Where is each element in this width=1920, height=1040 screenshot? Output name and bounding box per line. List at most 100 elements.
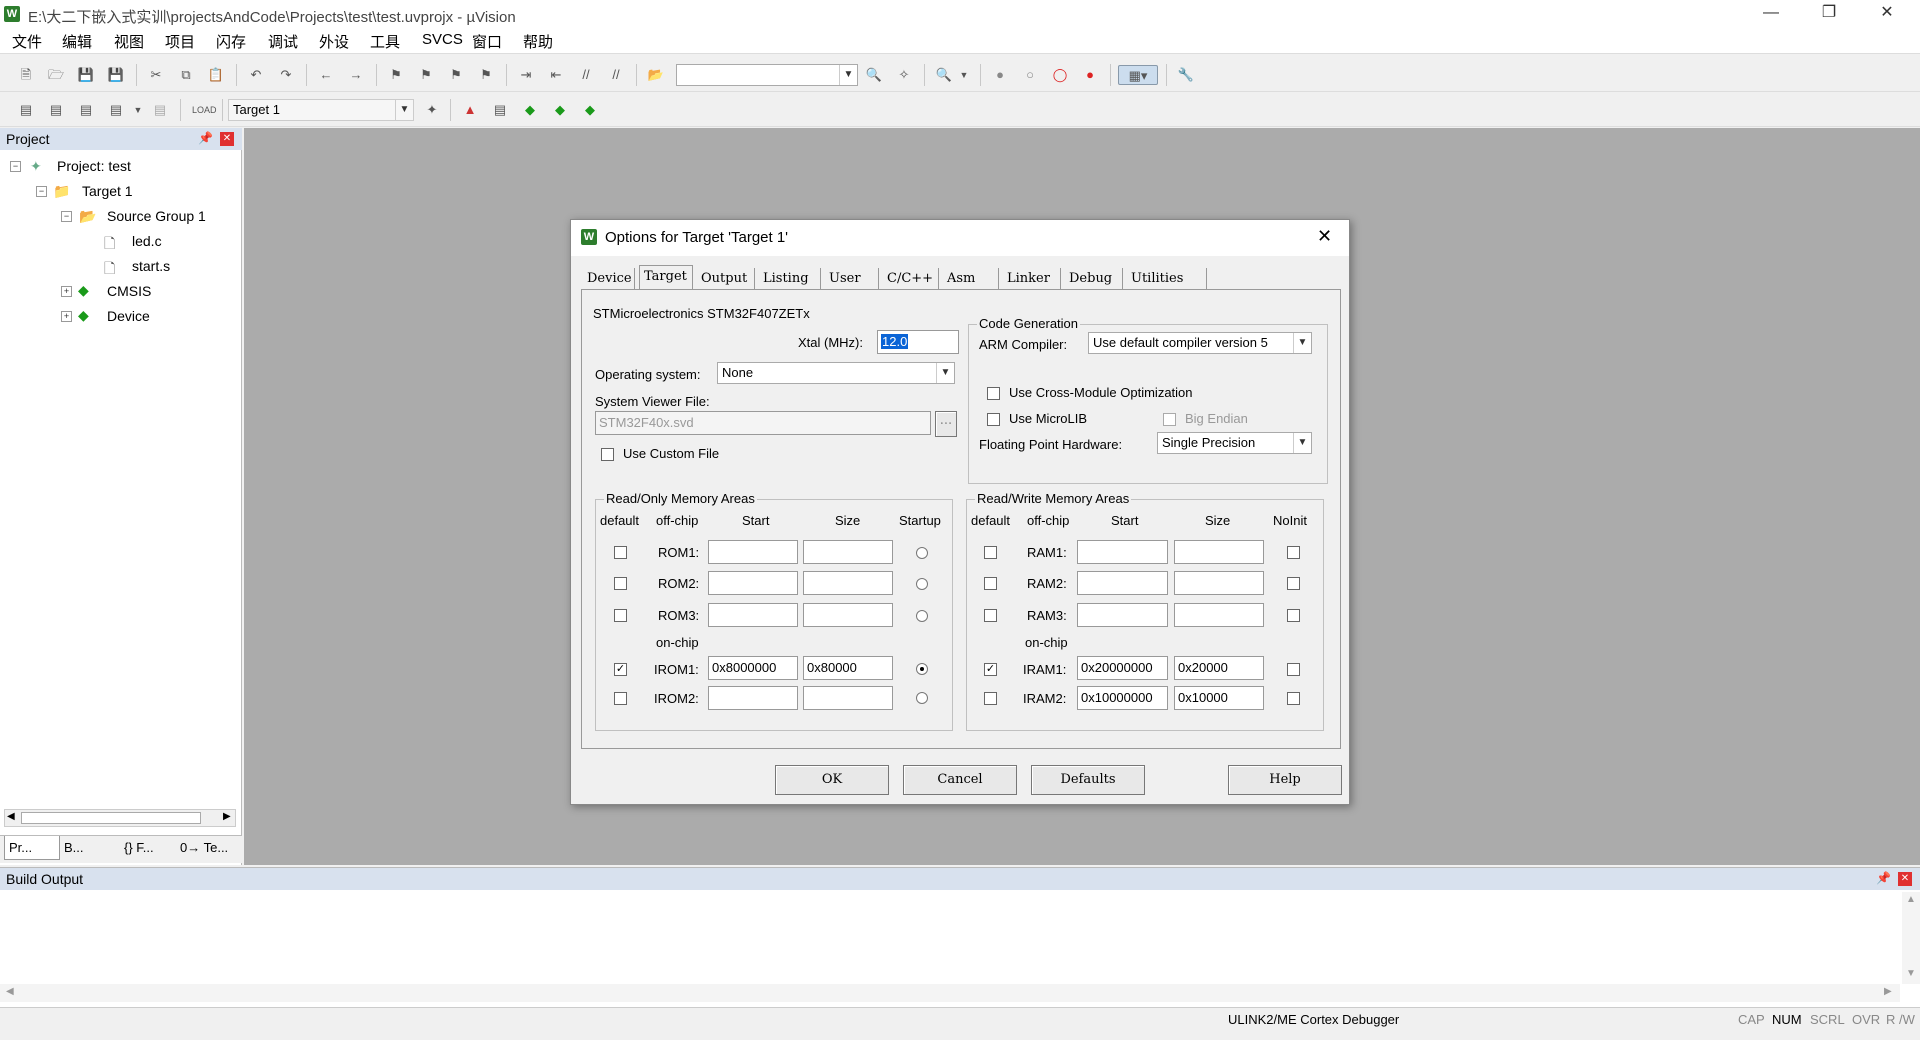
menu-edit[interactable]: 编辑 (58, 31, 96, 52)
scrollbar-thumb[interactable] (21, 812, 201, 824)
ram1-default-checkbox[interactable] (984, 546, 997, 559)
tab-utilities[interactable]: Utilities (1127, 268, 1207, 290)
new-file-icon[interactable]: 🗎 (16, 65, 36, 85)
copy-icon[interactable]: ⧉ (176, 65, 196, 85)
ram3-noinit-checkbox[interactable] (1287, 609, 1300, 622)
iram2-start-input[interactable]: 0x10000000 (1077, 686, 1168, 710)
file-extensions-icon[interactable]: ▲ (460, 100, 480, 120)
expand-icon[interactable]: + (61, 311, 72, 322)
close-icon[interactable]: ✕ (1317, 226, 1332, 247)
tab-debug[interactable]: Debug (1065, 268, 1123, 290)
manage-items-icon[interactable]: ▤ (490, 100, 510, 120)
target-options-icon[interactable]: ✦ (422, 100, 442, 120)
collapse-icon[interactable]: − (10, 161, 21, 172)
scroll-right-icon[interactable]: ▶ (1884, 986, 1892, 997)
tab-c-cpp[interactable]: C/C++ (883, 268, 939, 290)
tab-target[interactable]: Target (639, 265, 693, 290)
find-combo[interactable]: ▼ (676, 64, 858, 86)
ram1-size-input[interactable] (1174, 540, 1264, 564)
unindent-icon[interactable]: ⇤ (546, 65, 566, 85)
collapse-icon[interactable]: − (61, 211, 72, 222)
redo-icon[interactable]: ↷ (276, 65, 296, 85)
tab-asm[interactable]: Asm (943, 268, 999, 290)
uncomment-icon[interactable]: // (606, 65, 626, 85)
manage-run-time-icon[interactable]: ◆ (580, 100, 600, 120)
pin-icon[interactable]: 📌 (198, 131, 213, 145)
menu-help[interactable]: 帮助 (519, 31, 557, 52)
horizontal-scrollbar[interactable]: ◀ ▶ (4, 809, 236, 827)
tab-books[interactable]: B... (64, 840, 84, 855)
batch-build-icon[interactable]: ▤ (106, 100, 126, 120)
chevron-down-icon[interactable]: ▼ (395, 100, 413, 120)
iram2-default-checkbox[interactable] (984, 692, 997, 705)
iram1-size-input[interactable]: 0x20000 (1174, 656, 1264, 680)
disable-breakpoint-icon[interactable]: ○ (1020, 65, 1040, 85)
ram2-noinit-checkbox[interactable] (1287, 577, 1300, 590)
tab-device[interactable]: Device (583, 268, 635, 290)
irom1-startup-radio[interactable] (916, 663, 928, 675)
debug-session-icon[interactable]: 🔍 (934, 65, 954, 85)
irom1-start-input[interactable]: 0x8000000 (708, 656, 798, 680)
target-select[interactable]: Target 1 ▼ (228, 99, 414, 121)
svd-input[interactable]: STM32F40x.svd (595, 411, 931, 435)
scroll-down-icon[interactable]: ▼ (1906, 968, 1916, 979)
scroll-left-icon[interactable]: ◀ (7, 811, 15, 822)
tab-linker[interactable]: Linker (1003, 268, 1061, 290)
chevron-down-icon[interactable]: ▼ (128, 100, 148, 120)
defaults-button[interactable]: Defaults (1031, 765, 1145, 795)
build-icon[interactable]: ▤ (46, 100, 66, 120)
menu-peripherals[interactable]: 外设 (315, 31, 353, 52)
close-icon[interactable]: ✕ (220, 132, 234, 146)
ram2-start-input[interactable] (1077, 571, 1168, 595)
menu-tools[interactable]: 工具 (366, 31, 404, 52)
clear-bookmarks-icon[interactable]: ⚑ (476, 65, 496, 85)
scroll-up-icon[interactable]: ▲ (1906, 894, 1916, 905)
irom2-size-input[interactable] (803, 686, 893, 710)
ram1-noinit-checkbox[interactable] (1287, 546, 1300, 559)
cut-icon[interactable]: ✂ (146, 65, 166, 85)
ram1-start-input[interactable] (1077, 540, 1168, 564)
rom2-startup-radio[interactable] (916, 578, 928, 590)
rom2-default-checkbox[interactable] (614, 577, 627, 590)
rom1-size-input[interactable] (803, 540, 893, 564)
iram1-noinit-checkbox[interactable] (1287, 663, 1300, 676)
comment-icon[interactable]: // (576, 65, 596, 85)
select-packs-icon[interactable]: ◆ (550, 100, 570, 120)
incremental-find-icon[interactable]: ✧ (894, 65, 914, 85)
chevron-down-icon[interactable]: ▼ (954, 65, 974, 85)
chevron-down-icon[interactable]: ▼ (839, 65, 857, 85)
compiler-select[interactable]: Use default compiler version 5 ▼ (1088, 332, 1312, 354)
vertical-scrollbar[interactable]: ▲ ▼ (1902, 892, 1920, 984)
stop-build-icon[interactable]: ▤ (150, 100, 170, 120)
translate-icon[interactable]: ▤ (16, 100, 36, 120)
configure-icon[interactable]: 🔧 (1176, 65, 1196, 85)
ram3-default-checkbox[interactable] (984, 609, 997, 622)
irom1-default-checkbox[interactable]: ✓ (614, 663, 627, 676)
fph-select[interactable]: Single Precision ▼ (1157, 432, 1312, 454)
paste-icon[interactable]: 📋 (206, 65, 226, 85)
next-bookmark-icon[interactable]: ⚑ (446, 65, 466, 85)
open-folder-icon[interactable]: 🗁 (46, 65, 66, 85)
iram1-default-checkbox[interactable]: ✓ (984, 663, 997, 676)
menu-project[interactable]: 项目 (161, 31, 199, 52)
nav-back-icon[interactable]: ← (316, 65, 336, 85)
save-all-icon[interactable]: 💾 (106, 65, 126, 85)
download-icon[interactable]: LOAD (192, 100, 217, 120)
rom2-size-input[interactable] (803, 571, 893, 595)
rebuild-icon[interactable]: ▤ (76, 100, 96, 120)
microlib-checkbox[interactable] (987, 413, 1000, 426)
scroll-left-icon[interactable]: ◀ (6, 986, 14, 997)
irom2-startup-radio[interactable] (916, 692, 928, 704)
help-button[interactable]: Help (1228, 765, 1342, 795)
tab-functions[interactable]: {} F... (124, 840, 154, 855)
menu-window[interactable]: 窗口 (468, 31, 506, 52)
irom2-default-checkbox[interactable] (614, 692, 627, 705)
tab-user[interactable]: User (825, 268, 879, 290)
restore-button[interactable]: ❐ (1800, 0, 1858, 28)
minimize-button[interactable]: — (1742, 0, 1800, 28)
rom3-default-checkbox[interactable] (614, 609, 627, 622)
collapse-icon[interactable]: − (36, 186, 47, 197)
irom1-size-input[interactable]: 0x80000 (803, 656, 893, 680)
rom1-startup-radio[interactable] (916, 547, 928, 559)
menu-debug[interactable]: 调试 (264, 31, 302, 52)
